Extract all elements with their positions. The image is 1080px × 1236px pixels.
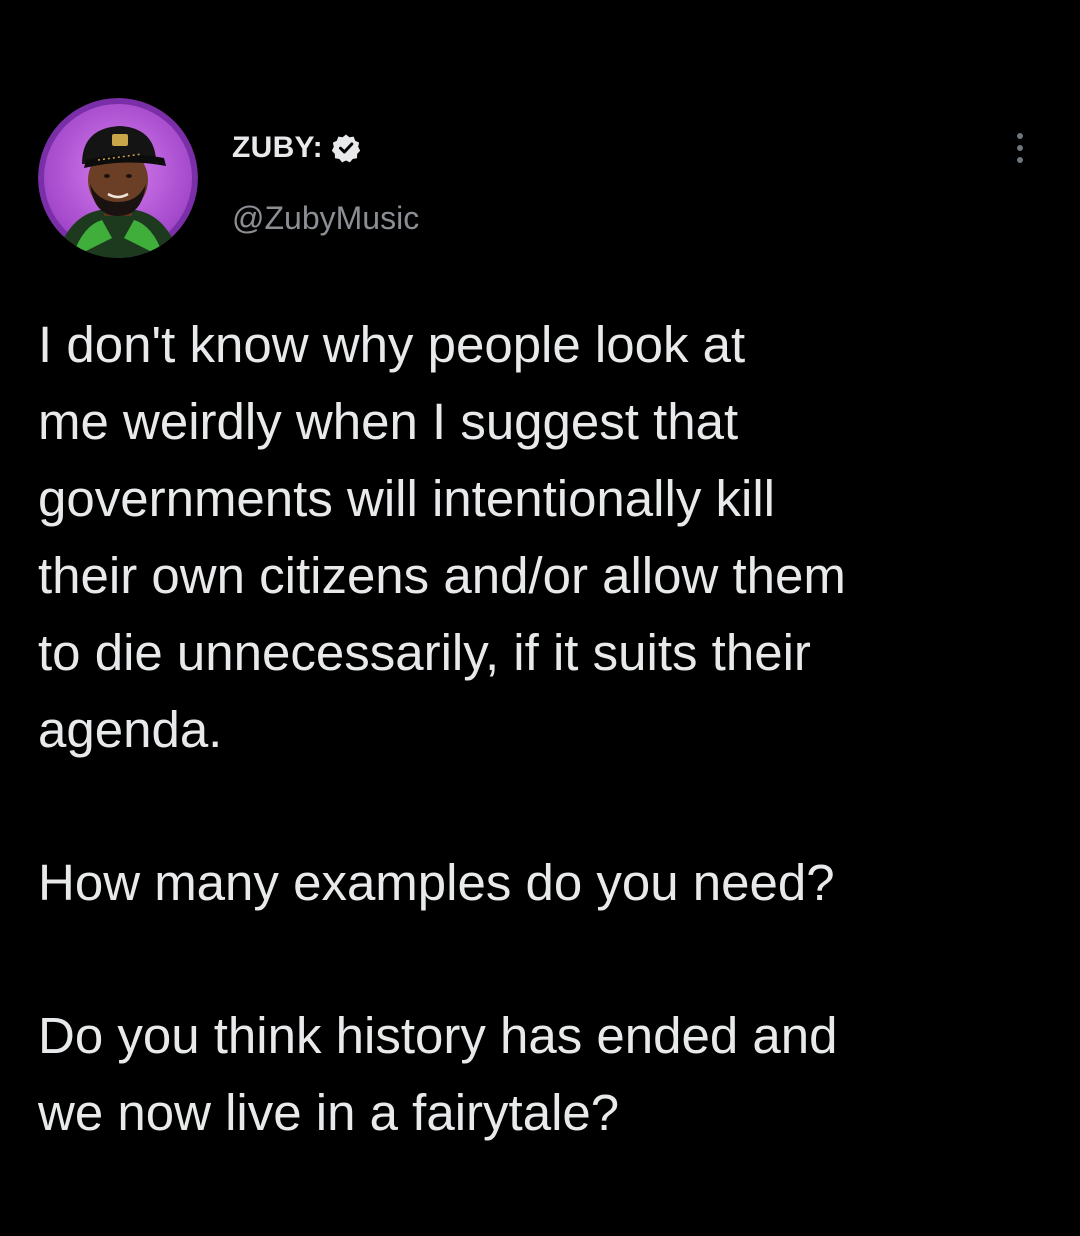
avatar[interactable] [38, 98, 198, 258]
more-vertical-icon-dot [1017, 133, 1023, 139]
more-vertical-icon-dot [1017, 157, 1023, 163]
avatar-image [38, 98, 198, 258]
author-display-name[interactable]: ZUBY: [232, 131, 323, 165]
more-vertical-icon-dot [1017, 145, 1023, 151]
tweet-card: ZUBY: @ZubyMusic I don't know why people… [0, 0, 1080, 1236]
tweet-paragraph: How many examples do you need? [38, 854, 835, 911]
author-name-row[interactable]: ZUBY: [232, 128, 361, 168]
author-handle[interactable]: @ZubyMusic [232, 200, 419, 237]
tweet-text: I don't know why people look at me weird… [38, 306, 1048, 1151]
more-options-button[interactable] [1002, 128, 1038, 168]
tweet-paragraph: Do you think history has ended and we no… [38, 1007, 838, 1141]
tweet-paragraph: I don't know why people look at me weird… [38, 316, 846, 758]
verified-badge-icon [331, 133, 361, 163]
